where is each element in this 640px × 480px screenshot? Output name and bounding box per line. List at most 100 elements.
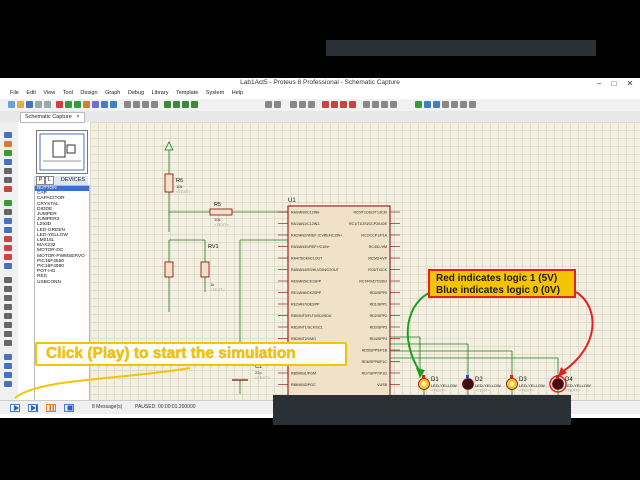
new-sheet-icon[interactable] bbox=[442, 101, 449, 108]
component-mode-icon[interactable] bbox=[4, 141, 12, 147]
tab-schematic-capture[interactable]: Schematic Capture × bbox=[20, 112, 85, 123]
pcb-icon[interactable] bbox=[74, 101, 81, 108]
menu-view[interactable]: View bbox=[43, 90, 55, 96]
play-button[interactable] bbox=[10, 404, 20, 412]
refresh-icon[interactable] bbox=[124, 101, 131, 108]
path-icon[interactable] bbox=[4, 313, 12, 319]
export-icon[interactable] bbox=[44, 101, 51, 108]
schematic-icon[interactable] bbox=[65, 101, 72, 108]
copy-icon[interactable] bbox=[299, 101, 306, 108]
mirror-x-icon[interactable] bbox=[4, 372, 12, 378]
tape-recorder-icon[interactable] bbox=[4, 227, 12, 233]
pick-devices-button[interactable]: P bbox=[36, 176, 45, 185]
origin-icon[interactable] bbox=[142, 101, 149, 108]
gerber-icon[interactable] bbox=[83, 101, 90, 108]
rotate-ccw-icon[interactable] bbox=[4, 363, 12, 369]
search-icon[interactable] bbox=[424, 101, 431, 108]
redo-icon[interactable] bbox=[274, 101, 281, 108]
u1-right-pin-label: RC5/D+/VP bbox=[368, 257, 387, 261]
minimize-button[interactable]: – bbox=[592, 78, 606, 89]
maximize-button[interactable]: □ bbox=[607, 78, 621, 89]
zoom-in-icon[interactable] bbox=[164, 101, 171, 108]
block-delete-icon[interactable] bbox=[349, 101, 356, 108]
make-device-icon[interactable] bbox=[372, 101, 379, 108]
step-button[interactable] bbox=[28, 404, 38, 412]
menu-library[interactable]: Library bbox=[152, 90, 169, 96]
menu-file[interactable]: File bbox=[10, 90, 19, 96]
decompose-icon[interactable] bbox=[390, 101, 397, 108]
potentiometer-rv1[interactable] bbox=[200, 261, 210, 278]
open-icon[interactable] bbox=[17, 101, 24, 108]
virtual-instruments-icon[interactable] bbox=[4, 263, 12, 269]
pick-device-icon[interactable] bbox=[363, 101, 370, 108]
pause-button[interactable] bbox=[46, 404, 56, 412]
rotate-cw-icon[interactable] bbox=[4, 354, 12, 360]
led-d4[interactable] bbox=[552, 378, 564, 390]
wire-autorouter-icon[interactable] bbox=[415, 101, 422, 108]
device-pins-icon[interactable] bbox=[4, 209, 12, 215]
menu-debug[interactable]: Debug bbox=[128, 90, 144, 96]
symbol-icon[interactable] bbox=[4, 331, 12, 337]
block-copy-icon[interactable] bbox=[322, 101, 329, 108]
overview-window[interactable] bbox=[36, 130, 88, 174]
led-d2[interactable] bbox=[462, 378, 474, 390]
cut-icon[interactable] bbox=[290, 101, 297, 108]
menu-help[interactable]: Help bbox=[232, 90, 243, 96]
home-icon[interactable] bbox=[56, 101, 63, 108]
current-probe-icon[interactable] bbox=[4, 254, 12, 260]
menu-edit[interactable]: Edit bbox=[26, 90, 35, 96]
property-assignment-icon[interactable] bbox=[433, 101, 440, 108]
text-script-icon[interactable] bbox=[4, 168, 12, 174]
selection-mode-icon[interactable] bbox=[4, 132, 12, 138]
zoom-all-icon[interactable] bbox=[182, 101, 189, 108]
stop-button[interactable] bbox=[64, 404, 74, 412]
exit-to-parent-icon[interactable] bbox=[460, 101, 467, 108]
text-icon[interactable] bbox=[4, 322, 12, 328]
bom-icon[interactable] bbox=[92, 101, 99, 108]
library-manager-button[interactable]: L bbox=[45, 176, 54, 185]
block-move-icon[interactable] bbox=[331, 101, 338, 108]
menu-design[interactable]: Design bbox=[80, 90, 97, 96]
save-icon[interactable] bbox=[26, 101, 33, 108]
pan-icon[interactable] bbox=[151, 101, 158, 108]
device-item[interactable]: USBCONN bbox=[35, 280, 89, 285]
paste-icon[interactable] bbox=[308, 101, 315, 108]
graph-icon[interactable] bbox=[4, 218, 12, 224]
wire-label-icon[interactable] bbox=[4, 159, 12, 165]
message-count[interactable]: 8 Message(s) bbox=[92, 404, 122, 410]
terminals-icon[interactable] bbox=[4, 200, 12, 206]
remove-sheet-icon[interactable] bbox=[451, 101, 458, 108]
grid-icon[interactable] bbox=[133, 101, 140, 108]
new-icon[interactable] bbox=[8, 101, 15, 108]
zoom-out-icon[interactable] bbox=[173, 101, 180, 108]
generator-icon[interactable] bbox=[4, 236, 12, 242]
menu-template[interactable]: Template bbox=[176, 90, 198, 96]
junction-dot-icon[interactable] bbox=[4, 150, 12, 156]
line-icon[interactable] bbox=[4, 277, 12, 283]
netlist-icon[interactable] bbox=[469, 101, 476, 108]
box-icon[interactable] bbox=[4, 286, 12, 292]
block-rotate-icon[interactable] bbox=[340, 101, 347, 108]
logic-probe bbox=[510, 375, 513, 378]
menu-tool[interactable]: Tool bbox=[63, 90, 73, 96]
packaging-icon[interactable] bbox=[381, 101, 388, 108]
import-icon[interactable] bbox=[35, 101, 42, 108]
menu-graph[interactable]: Graph bbox=[105, 90, 120, 96]
close-button[interactable]: ✕ bbox=[623, 78, 637, 89]
arc-icon[interactable] bbox=[4, 304, 12, 310]
design-explorer-icon[interactable] bbox=[110, 101, 117, 108]
resistor-r5[interactable] bbox=[209, 208, 233, 216]
subcircuit-icon[interactable] bbox=[4, 186, 12, 192]
zoom-area-icon[interactable] bbox=[191, 101, 198, 108]
resistor-r6[interactable] bbox=[164, 173, 174, 193]
menu-system[interactable]: System bbox=[206, 90, 224, 96]
voltage-probe-icon[interactable] bbox=[4, 245, 12, 251]
device-list[interactable]: BUTTON CAP CAPACITOR CRYSTAL DIODE JUMPE… bbox=[34, 185, 90, 402]
mirror-y-icon[interactable] bbox=[4, 381, 12, 387]
buses-icon[interactable] bbox=[4, 177, 12, 183]
source-icon[interactable] bbox=[101, 101, 108, 108]
tab-close-icon[interactable]: × bbox=[76, 114, 79, 120]
marker-icon[interactable] bbox=[4, 340, 12, 346]
circle-icon[interactable] bbox=[4, 295, 12, 301]
undo-icon[interactable] bbox=[265, 101, 272, 108]
